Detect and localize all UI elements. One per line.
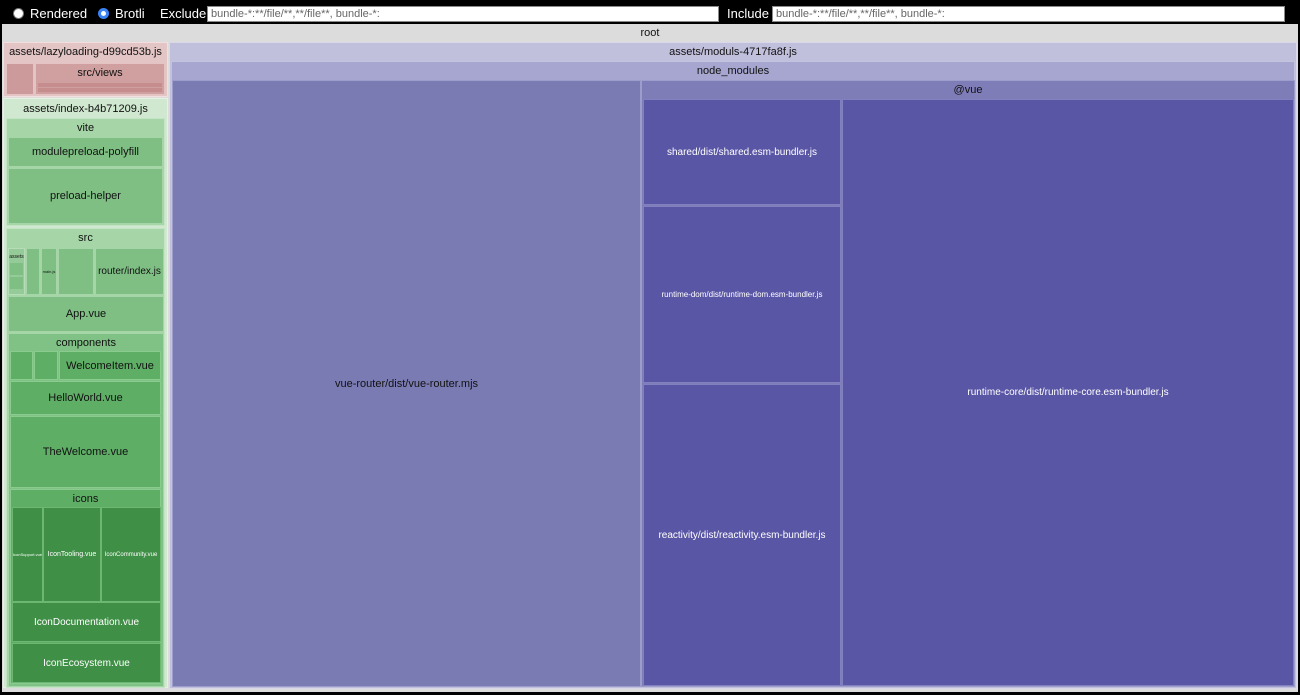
modulepreload-polyfill-module[interactable]: modulepreload-polyfill [8,137,163,167]
router-index-label: router/index.js [98,266,161,277]
rendered-label[interactable]: Rendered [30,7,87,21]
app-vue-label: App.vue [65,308,107,320]
src-views-group[interactable]: src/views [35,63,165,95]
icon-support-module[interactable]: IconSupport.vue [12,507,43,602]
src-label: src [78,232,93,244]
node-modules-label: node_modules [696,65,770,77]
node-modules-group[interactable]: node_modules vue-router/dist/vue-router.… [171,61,1295,687]
views-module-a[interactable] [38,83,162,87]
src-views-label: src/views [77,67,123,79]
lazyloading-bundle[interactable]: assets/lazyloading-d99cd53b.js src/views [3,42,168,97]
moduls-bundle[interactable]: assets/moduls-4717fa8f.js node_modules v… [169,42,1297,689]
index-bundle[interactable]: assets/index-b4b71209.js vite moduleprel… [3,98,168,688]
hello-world-module[interactable]: HelloWorld.vue [10,381,161,415]
shared-module[interactable]: shared/dist/shared.esm-bundler.js [643,99,841,205]
runtime-core-module[interactable]: runtime-core/dist/runtime-core.esm-bundl… [842,99,1294,686]
icons-label: icons [72,493,99,505]
the-welcome-module[interactable]: TheWelcome.vue [10,416,161,488]
preload-helper-label: preload-helper [50,190,121,202]
components-module-b[interactable] [34,351,58,380]
runtime-dom-module[interactable]: runtime-dom/dist/runtime-dom.esm-bundler… [643,206,841,383]
views-module-b[interactable] [38,88,162,92]
icons-group[interactable]: icons IconSupport.vue IconTooling.vue Ic… [10,489,161,684]
the-welcome-label: TheWelcome.vue [42,446,129,458]
rendered-radio[interactable] [13,8,24,19]
include-label: Include [727,6,769,21]
src-assets-label: assets [9,254,24,260]
index-bundle-title: assets/index-b4b71209.js [23,103,148,115]
welcome-item-module[interactable]: WelcomeItem.vue [59,351,161,380]
icon-support-label: IconSupport.vue [13,552,42,557]
vue-router-module[interactable]: vue-router/dist/vue-router.mjs [172,80,641,687]
toolbar: Rendered Brotli Exclude Include [0,0,1300,26]
moduls-bundle-title: assets/moduls-4717fa8f.js [669,46,797,58]
vite-label: vite [76,122,95,134]
reactivity-label: reactivity/dist/reactivity.esm-bundler.j… [658,529,826,541]
src-group[interactable]: src assets main.js router/index.js App.v… [6,228,165,688]
components-group[interactable]: components WelcomeItem.vue HelloWorld.vu… [8,333,164,687]
exclude-label: Exclude [160,6,207,21]
brotli-label[interactable]: Brotli [115,7,145,21]
root-label: root [640,27,660,39]
assets-module-a[interactable] [10,263,23,275]
components-label: components [56,337,116,349]
icon-community-label: IconCommunity.vue [104,551,158,558]
reactivity-module[interactable]: reactivity/dist/reactivity.esm-bundler.j… [643,384,841,686]
modulepreload-polyfill-label: modulepreload-polyfill [31,146,139,158]
vue-router-label: vue-router/dist/vue-router.mjs [334,377,479,390]
icon-documentation-module[interactable]: IconDocumentation.vue [12,602,161,642]
vue-scope-group[interactable]: @vue shared/dist/shared.esm-bundler.js r… [641,80,1295,687]
vue-scope-label: @vue [953,84,983,96]
router-index-module[interactable]: router/index.js [95,248,164,295]
app-vue-module[interactable]: App.vue [8,296,164,332]
preload-helper-module[interactable]: preload-helper [8,168,163,224]
icon-ecosystem-module[interactable]: IconEcosystem.vue [12,643,161,683]
main-js-module[interactable]: main.js [41,248,57,295]
exclude-input[interactable] [207,6,719,22]
icon-community-module[interactable]: IconCommunity.vue [101,507,161,602]
icon-tooling-label: IconTooling.vue [47,551,97,558]
vite-group[interactable]: vite modulepreload-polyfill preload-help… [6,118,165,226]
icon-tooling-module[interactable]: IconTooling.vue [43,507,101,602]
assets-module-b[interactable] [10,277,23,289]
lazy-module-small[interactable] [6,63,34,95]
shared-label: shared/dist/shared.esm-bundler.js [666,146,818,158]
src-module-medium[interactable] [58,248,94,295]
brotli-radio[interactable] [98,8,109,19]
src-assets-group[interactable]: assets [8,248,25,295]
runtime-core-label: runtime-core/dist/runtime-core.esm-bundl… [967,387,1169,398]
icon-ecosystem-label: IconEcosystem.vue [43,657,130,669]
main-js-label: main.js [42,269,56,274]
lazyloading-bundle-title: assets/lazyloading-d99cd53b.js [9,46,162,58]
welcome-item-label: WelcomeItem.vue [66,359,154,372]
src-module-small[interactable] [26,248,40,295]
components-module-a[interactable] [10,351,33,380]
include-input[interactable] [772,6,1285,22]
hello-world-label: HelloWorld.vue [48,392,123,404]
treemap: root assets/lazyloading-d99cd53b.js src/… [2,24,1298,692]
runtime-dom-label: runtime-dom/dist/runtime-dom.esm-bundler… [661,290,823,299]
icon-documentation-label: IconDocumentation.vue [33,616,140,628]
